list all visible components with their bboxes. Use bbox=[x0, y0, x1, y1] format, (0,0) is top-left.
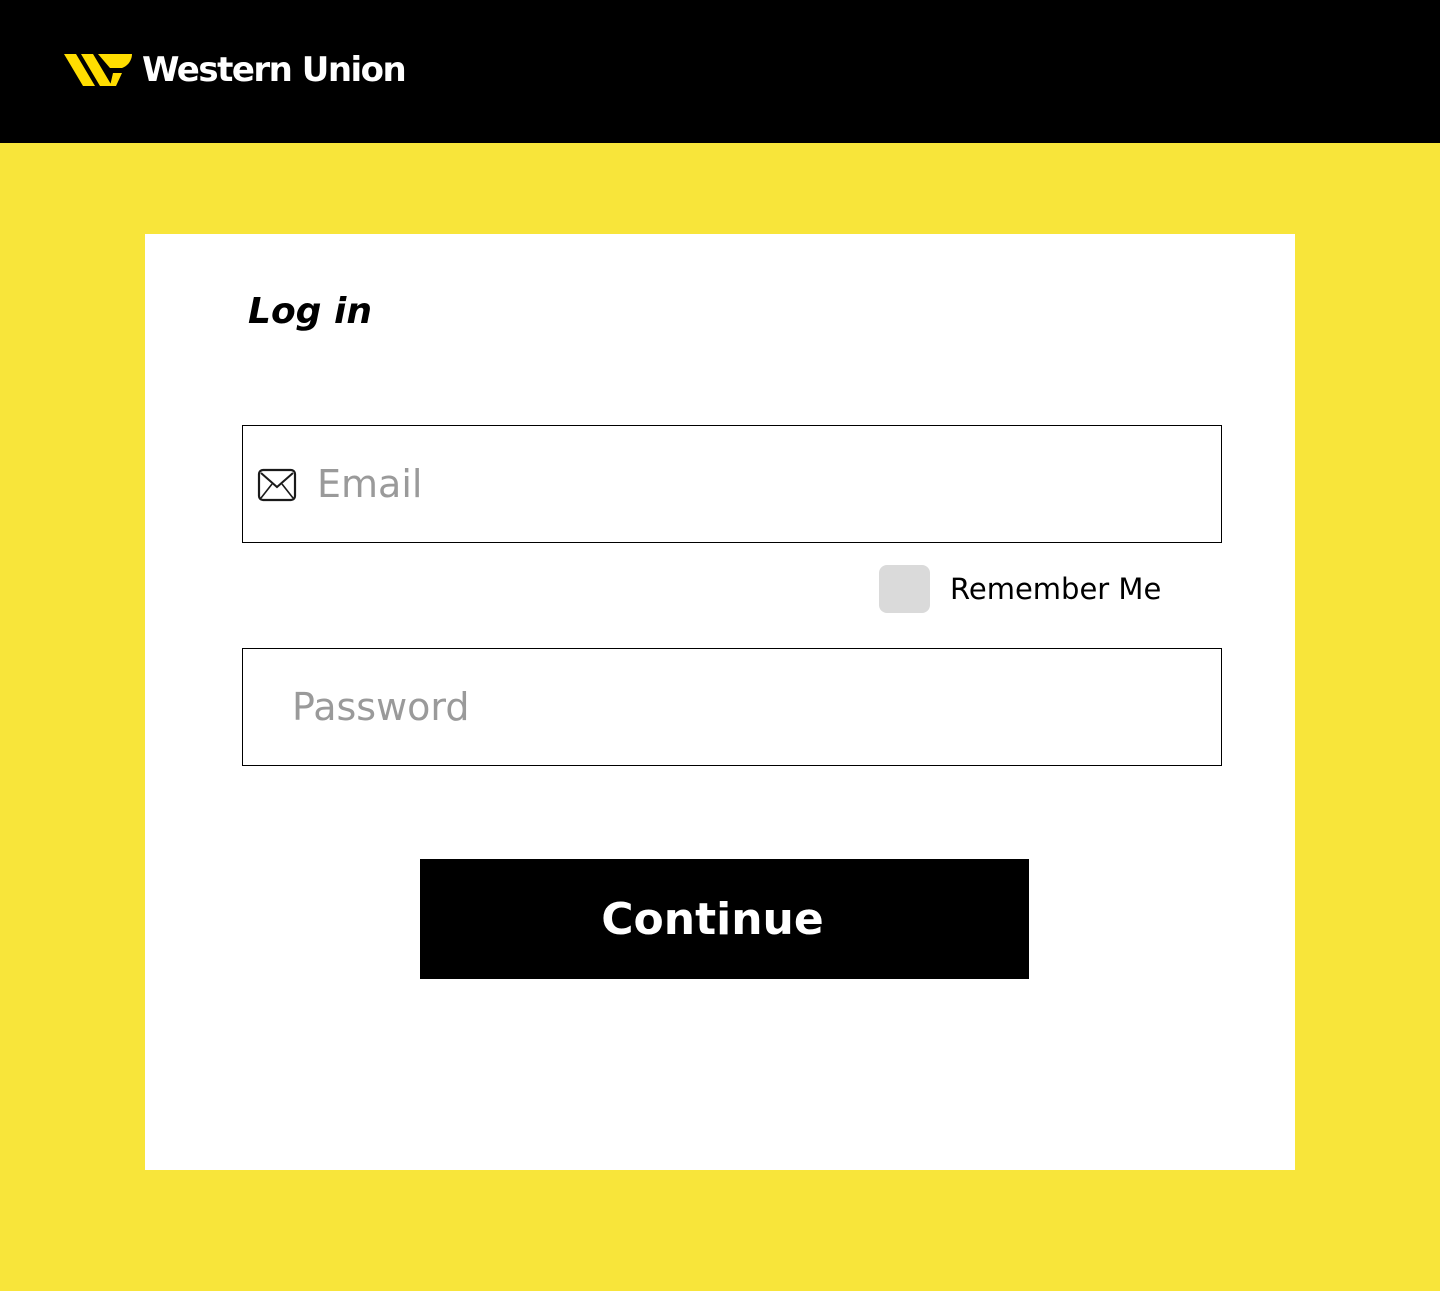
remember-me-checkbox[interactable] bbox=[879, 565, 930, 613]
login-card: Log in Remember Me Continue bbox=[145, 234, 1295, 1170]
brand-logo[interactable]: Western Union bbox=[64, 50, 407, 90]
password-input[interactable] bbox=[292, 649, 1217, 765]
remember-me[interactable]: Remember Me bbox=[879, 565, 1161, 613]
remember-me-label: Remember Me bbox=[950, 572, 1162, 606]
password-field[interactable] bbox=[242, 648, 1222, 766]
email-input[interactable] bbox=[317, 426, 1217, 542]
page-title: Log in bbox=[248, 291, 372, 332]
mail-icon bbox=[257, 468, 297, 502]
brand-name: Western Union bbox=[142, 50, 407, 90]
email-field[interactable] bbox=[242, 425, 1222, 543]
top-header: Western Union bbox=[0, 0, 1440, 143]
western-union-logo-icon bbox=[64, 54, 132, 86]
continue-button[interactable]: Continue bbox=[420, 859, 1029, 979]
